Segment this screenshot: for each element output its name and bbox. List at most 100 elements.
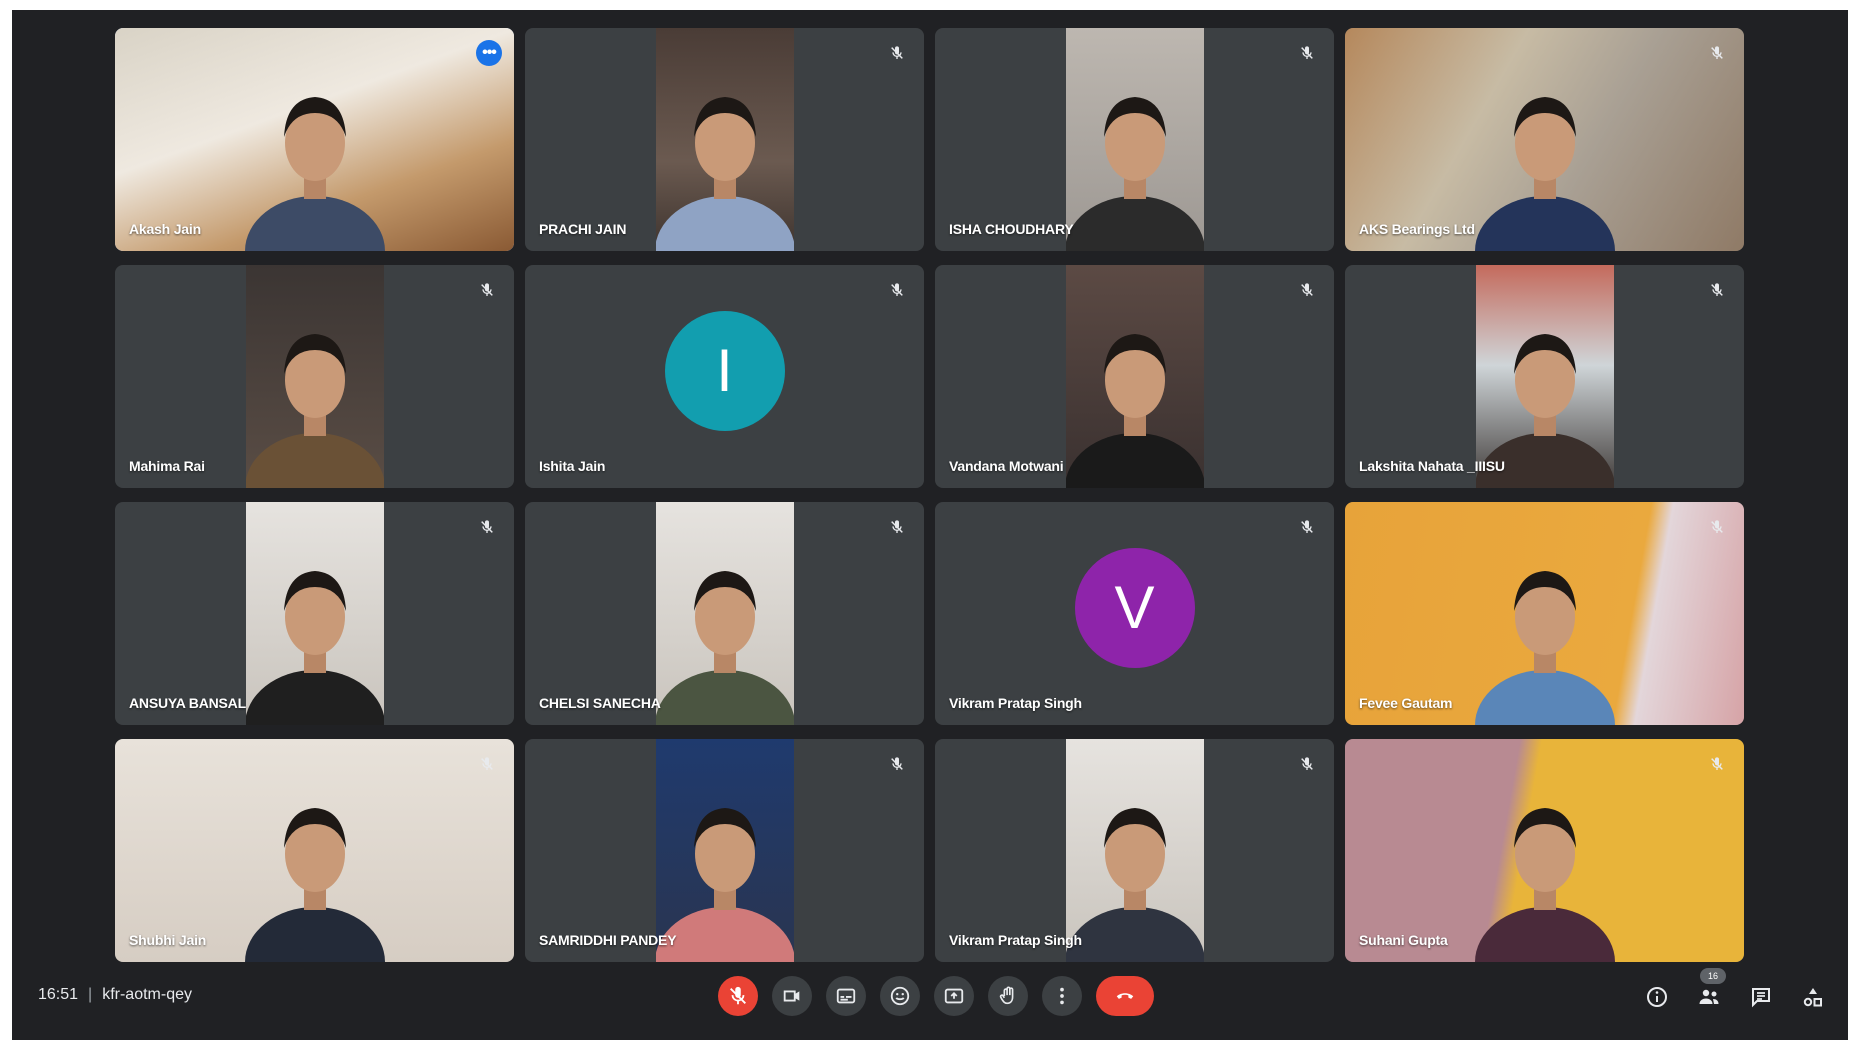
participant-name: Ishita Jain bbox=[539, 458, 606, 474]
participant-name: CHELSI SANECHA bbox=[539, 695, 661, 711]
person-silhouette bbox=[240, 51, 390, 251]
chat-icon bbox=[1752, 988, 1770, 1008]
participant-video bbox=[655, 739, 794, 962]
person-silhouette bbox=[1470, 762, 1620, 962]
participant-tile[interactable]: ANSUYA BANSAL bbox=[115, 502, 514, 725]
participant-video bbox=[655, 502, 794, 725]
participant-tile[interactable]: Vandana Motwani bbox=[935, 265, 1334, 488]
more-options-button[interactable] bbox=[1042, 976, 1082, 1016]
end-call-icon bbox=[1116, 993, 1134, 999]
participant-name: PRACHI JAIN bbox=[539, 221, 627, 237]
participant-video bbox=[1475, 265, 1614, 488]
participant-video bbox=[115, 28, 514, 251]
captions-button[interactable] bbox=[826, 976, 866, 1016]
meeting-info-separator: | bbox=[88, 986, 93, 1003]
participant-video bbox=[1065, 265, 1204, 488]
people-count-badge: 16 bbox=[1700, 968, 1726, 984]
participant-name: Akash Jain bbox=[129, 221, 201, 237]
activities-button[interactable] bbox=[1798, 982, 1828, 1012]
participant-tile[interactable]: Vikram Pratap Singh bbox=[935, 739, 1334, 962]
camera-toggle-button[interactable] bbox=[772, 976, 812, 1016]
person-silhouette bbox=[655, 525, 794, 725]
participant-tile[interactable]: I Ishita Jain bbox=[525, 265, 924, 488]
person-silhouette bbox=[245, 288, 384, 488]
person-silhouette bbox=[1470, 51, 1620, 251]
raise-hand-button[interactable] bbox=[988, 976, 1028, 1016]
mic-muted-icon bbox=[1294, 40, 1320, 66]
people-icon bbox=[1699, 989, 1719, 1004]
captions-icon bbox=[836, 988, 856, 1004]
participant-tile[interactable]: Fevee Gautam bbox=[1345, 502, 1744, 725]
participant-video bbox=[115, 739, 514, 962]
meeting-stage: ••• Akash Jain PRACHI JAIN ISHA CHOUDHARY AK… bbox=[12, 10, 1848, 1040]
participant-tile[interactable]: Mahima Rai bbox=[115, 265, 514, 488]
participant-tile[interactable]: ISHA CHOUDHARY bbox=[935, 28, 1334, 251]
participant-name: Suhani Gupta bbox=[1359, 932, 1448, 948]
mic-muted-icon bbox=[1294, 751, 1320, 777]
reactions-button[interactable] bbox=[880, 976, 920, 1016]
participant-name: ISHA CHOUDHARY bbox=[949, 221, 1074, 237]
person-silhouette bbox=[245, 525, 384, 725]
meeting-time: 16:51 bbox=[38, 986, 79, 1003]
present-screen-button[interactable] bbox=[934, 976, 974, 1016]
participant-tile[interactable]: Shubhi Jain bbox=[115, 739, 514, 962]
participant-video bbox=[245, 502, 384, 725]
raise-hand-icon bbox=[999, 986, 1014, 1005]
tile-options-icon[interactable]: ••• bbox=[476, 40, 502, 66]
mic-muted-icon bbox=[1704, 277, 1730, 303]
mic-muted-icon bbox=[884, 40, 910, 66]
mic-muted-icon bbox=[1704, 751, 1730, 777]
participant-video bbox=[1345, 502, 1744, 725]
person-silhouette bbox=[1065, 288, 1204, 488]
mic-muted-icon bbox=[1704, 514, 1730, 540]
meeting-code[interactable]: kfr-aotm-qey bbox=[102, 986, 192, 1004]
meeting-details-button[interactable] bbox=[1642, 982, 1672, 1012]
mic-muted-icon bbox=[1294, 514, 1320, 540]
chat-button[interactable] bbox=[1746, 982, 1776, 1012]
participant-name: Mahima Rai bbox=[129, 458, 205, 474]
participant-tile[interactable]: CHELSI SANECHA bbox=[525, 502, 924, 725]
info-icon bbox=[1647, 987, 1667, 1007]
participant-tile[interactable]: AKS Bearings Ltd bbox=[1345, 28, 1744, 251]
participant-tile[interactable]: PRACHI JAIN bbox=[525, 28, 924, 251]
participant-video bbox=[245, 265, 384, 488]
meeting-info: 16:51 | kfr-aotm-qey bbox=[38, 986, 192, 1004]
mic-toggle-button[interactable] bbox=[718, 976, 758, 1016]
person-silhouette bbox=[240, 762, 390, 962]
participant-name: Lakshita Nahata _IIISU bbox=[1359, 458, 1505, 474]
mic-muted-icon bbox=[884, 751, 910, 777]
participant-video bbox=[1065, 739, 1204, 962]
participant-avatar: I bbox=[664, 310, 785, 431]
mic-off-icon bbox=[730, 986, 746, 1005]
participant-name: AKS Bearings Ltd bbox=[1359, 221, 1475, 237]
participant-name: Vandana Motwani bbox=[949, 458, 1064, 474]
participant-video bbox=[1345, 739, 1744, 962]
call-controls bbox=[718, 976, 1154, 1016]
participant-video bbox=[1345, 28, 1744, 251]
participant-name: Fevee Gautam bbox=[1359, 695, 1453, 711]
participant-name: Vikram Pratap Singh bbox=[949, 932, 1082, 948]
participant-video bbox=[1065, 28, 1204, 251]
people-button[interactable]: 16 bbox=[1694, 968, 1726, 1012]
participant-name: Shubhi Jain bbox=[129, 932, 207, 948]
participant-tile[interactable]: Lakshita Nahata _IIISU bbox=[1345, 265, 1744, 488]
mic-muted-icon bbox=[1294, 277, 1320, 303]
person-silhouette bbox=[1470, 525, 1620, 725]
activities-icon bbox=[1803, 988, 1822, 1007]
mic-muted-icon bbox=[884, 277, 910, 303]
participant-tile[interactable]: V Vikram Pratap Singh bbox=[935, 502, 1334, 725]
mic-muted-icon bbox=[1704, 40, 1730, 66]
participant-tile[interactable]: SAMRIDDHI PANDEY bbox=[525, 739, 924, 962]
person-silhouette bbox=[1065, 762, 1204, 962]
side-panel-controls: 16 bbox=[1642, 968, 1828, 1012]
mic-muted-icon bbox=[474, 277, 500, 303]
mic-muted-icon bbox=[474, 514, 500, 540]
participant-name: Vikram Pratap Singh bbox=[949, 695, 1082, 711]
participant-tile[interactable]: Suhani Gupta bbox=[1345, 739, 1744, 962]
end-call-button[interactable] bbox=[1096, 976, 1154, 1016]
participant-tile[interactable]: ••• Akash Jain bbox=[115, 28, 514, 251]
participant-grid: ••• Akash Jain PRACHI JAIN ISHA CHOUDHARY AK… bbox=[115, 28, 1744, 962]
person-silhouette bbox=[655, 51, 794, 251]
more-options-icon bbox=[1060, 987, 1064, 1005]
participant-name: ANSUYA BANSAL bbox=[129, 695, 246, 711]
